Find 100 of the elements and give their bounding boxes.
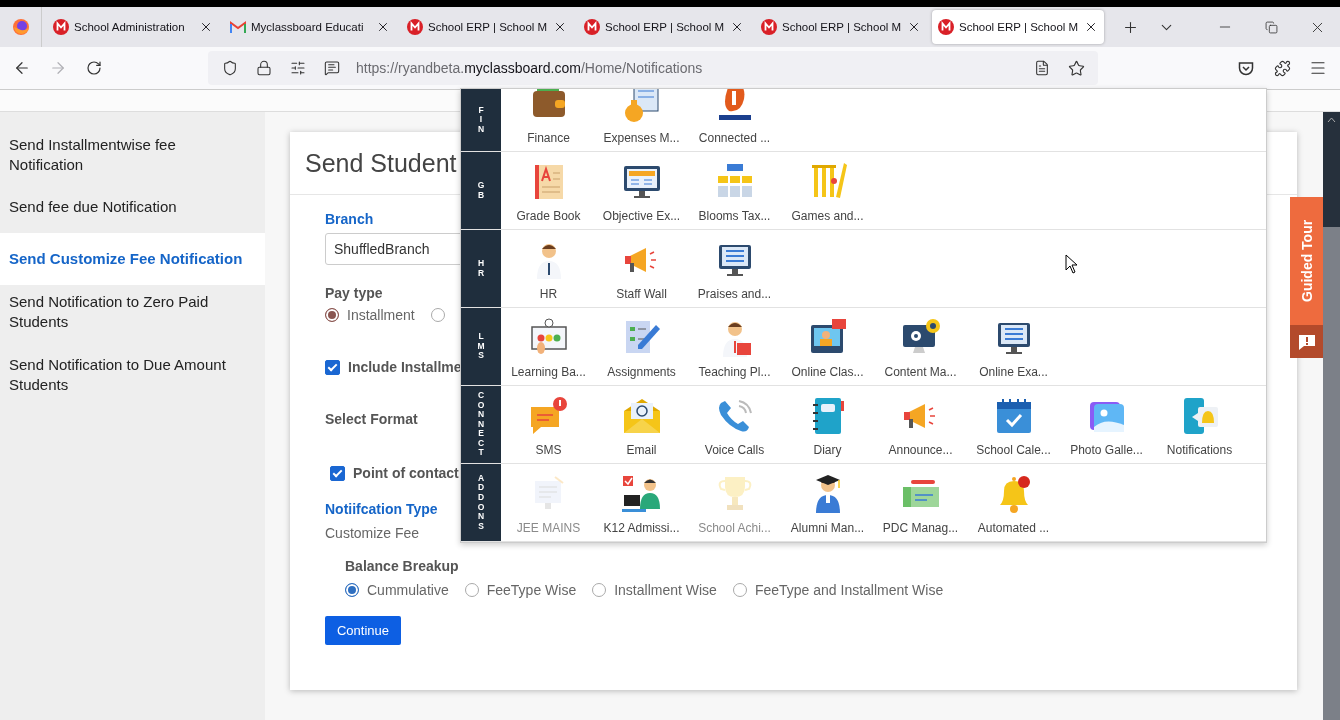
puzzle-icon[interactable] <box>1273 59 1291 77</box>
sidebar-item[interactable]: Send Notification to Zero Paid Students <box>0 285 265 338</box>
app-tile[interactable]: Online Exa... <box>967 308 1060 385</box>
sidebar-item[interactable]: Send Customize Fee Notification <box>0 233 265 285</box>
browser-tab[interactable]: School ERP | School M <box>401 10 573 44</box>
app-tile[interactable]: Online Clas... <box>781 308 874 385</box>
lock-icon[interactable] <box>256 60 272 76</box>
close-icon[interactable] <box>553 20 567 34</box>
restore-icon[interactable] <box>1264 20 1278 34</box>
close-icon[interactable] <box>376 20 390 34</box>
continue-button[interactable]: Continue <box>325 616 401 645</box>
mail-favicon-icon <box>230 21 246 33</box>
app-tile[interactable]: Email <box>595 386 688 463</box>
field-label: Branch <box>325 211 374 227</box>
notification-type-value: Customize Fee <box>325 525 420 541</box>
reader-view-icon[interactable] <box>1034 60 1050 76</box>
close-icon[interactable] <box>730 20 744 34</box>
feedback-button[interactable] <box>1290 325 1323 358</box>
app-tile[interactable]: Objective Ex... <box>595 152 688 229</box>
app-name: Announce... <box>888 443 953 457</box>
app-name: K12 Admissi... <box>603 521 680 535</box>
sliders-icon[interactable] <box>290 60 306 76</box>
address-bar[interactable]: https://ryandbeta.myclassboard.com/Home/Notifications <box>208 51 1098 85</box>
app-tile[interactable]: Learning Ba... <box>502 308 595 385</box>
app-tile[interactable]: Announce... <box>874 386 967 463</box>
app-tile[interactable]: School Cale... <box>967 386 1060 463</box>
app-tile[interactable]: K12 Admissi... <box>595 464 688 541</box>
checkbox[interactable] <box>325 359 340 375</box>
radio-button[interactable] <box>325 308 339 322</box>
app-name: Online Clas... <box>791 365 864 379</box>
reload-icon[interactable] <box>86 60 102 76</box>
close-icon[interactable] <box>1084 20 1098 34</box>
card-title: Send Student <box>305 148 457 178</box>
option-label: Installment Wise <box>614 582 717 598</box>
browser-logo-icon[interactable] <box>11 18 30 36</box>
app-tile[interactable]: PDC Manag... <box>874 464 967 541</box>
app-tile[interactable]: Praises and... <box>688 230 781 307</box>
app-tile[interactable]: Connected ... <box>688 89 781 151</box>
sidebar-item[interactable]: Send Notification to Due Amount Students <box>0 338 265 411</box>
radio-button[interactable] <box>592 583 607 597</box>
site-favicon-icon <box>761 19 777 35</box>
browser-tab[interactable]: School ERP | School M <box>755 10 927 44</box>
checkbox-label: Point of contact <box>353 465 459 481</box>
app-tile[interactable]: Notifications <box>1153 386 1246 463</box>
group-tag: CONNECT <box>461 386 501 463</box>
app-name: Notifications <box>1166 443 1233 457</box>
app-tile[interactable]: Staff Wall <box>595 230 688 307</box>
radio-button[interactable] <box>464 583 479 597</box>
app-name: Email <box>626 443 657 457</box>
app-tile[interactable]: Blooms Tax... <box>688 152 781 229</box>
radio-button[interactable] <box>345 583 359 597</box>
app-tile[interactable]: SMS <box>502 386 595 463</box>
app-name: Expenses M... <box>603 131 680 145</box>
group-tag: HR <box>461 230 501 307</box>
browser-tab[interactable]: School ERP | School M <box>578 10 750 44</box>
app-tile[interactable]: Games and... <box>781 152 874 229</box>
option-label: FeeType and Installment Wise <box>754 582 944 598</box>
bookmark-star-icon[interactable] <box>1067 59 1085 77</box>
app-name: Grade Book <box>516 209 581 223</box>
menu-icon[interactable] <box>1309 59 1327 77</box>
app-tile[interactable]: Grade Book <box>502 152 595 229</box>
app-name: Online Exa... <box>979 365 1048 379</box>
browser-tab[interactable]: Myclassboard Educati <box>224 10 396 44</box>
checkbox[interactable] <box>330 465 345 481</box>
close-icon[interactable] <box>907 20 921 34</box>
field-label: Pay type <box>325 285 383 301</box>
app-name: Connected ... <box>698 131 771 145</box>
app-tile[interactable]: Finance <box>502 89 595 151</box>
app-tile[interactable]: Expenses M... <box>595 89 688 151</box>
browser-tab[interactable]: School ERP | School M <box>932 10 1104 44</box>
sidebar-item[interactable]: Send Installmentwise fee Notification <box>0 128 265 181</box>
field-label: Notiifcation Type <box>325 501 438 517</box>
scrollbar[interactable] <box>1323 112 1340 720</box>
browser-tab[interactable]: School Administration <box>47 10 219 44</box>
radio-button[interactable] <box>732 583 747 597</box>
app-name: SMS <box>535 443 562 457</box>
pocket-icon[interactable] <box>1238 60 1254 76</box>
app-tile[interactable]: Assignments <box>595 308 688 385</box>
close-icon[interactable] <box>199 20 213 34</box>
app-tile[interactable]: Teaching Pl... <box>688 308 781 385</box>
site-favicon-icon <box>938 19 954 35</box>
radio-button[interactable] <box>430 308 445 322</box>
checkbox-label: Include Installme <box>348 359 462 375</box>
option-label: Cummulative <box>367 582 449 598</box>
alert-message-icon[interactable] <box>1297 332 1316 351</box>
app-tile[interactable]: Content Ma... <box>874 308 967 385</box>
app-tile[interactable]: Diary <box>781 386 874 463</box>
app-name: Content Ma... <box>884 365 957 379</box>
comment-icon[interactable] <box>324 60 340 76</box>
field-label: Select Format <box>325 411 418 427</box>
app-tile[interactable]: Voice Calls <box>688 386 781 463</box>
sidebar-item[interactable]: Send fee due Notification <box>0 181 265 233</box>
app-name: Assignments <box>607 365 676 379</box>
shield-icon[interactable] <box>222 60 238 76</box>
app-tile[interactable]: Photo Galle... <box>1060 386 1153 463</box>
app-tile[interactable]: Alumni Man... <box>781 464 874 541</box>
app-tile[interactable]: Automated ... <box>967 464 1060 541</box>
app-name: Objective Ex... <box>602 209 681 223</box>
app-name: Games and... <box>791 209 864 223</box>
app-name: JEE MAINS <box>516 521 581 535</box>
